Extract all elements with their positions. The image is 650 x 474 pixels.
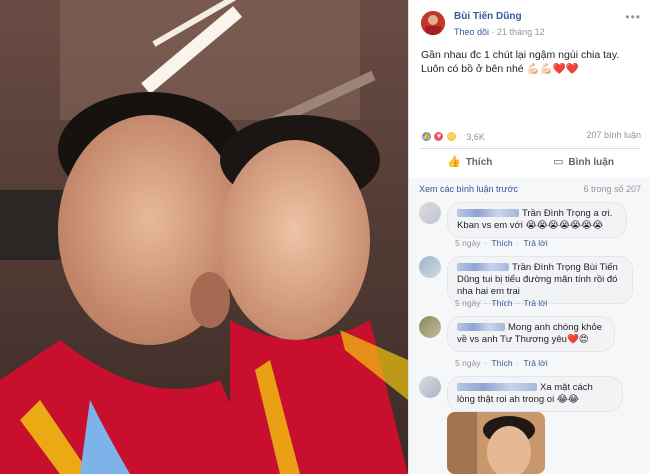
post-sidebar: Bùi Tiến Dũng Theo dõi · 21 tháng 12 •••… [408,0,650,474]
comment-time[interactable]: 5 ngày [455,238,481,248]
post-actions: 👍 Thích ▭ Bình luận [421,148,641,176]
separator: · [516,298,520,308]
haha-reaction-icon: ☺ [445,131,457,143]
comment-bubble: Trần Đình Trọng Bùi Tiến Dũng tui bị tiể… [447,256,633,304]
comment-reply-link[interactable]: Trả lời [523,238,547,248]
comments-section: Xem các bình luận trước 6 trong số 207 T… [409,178,650,474]
comment-bubble: Xa mặt cách lòng thật roi ah trong oi 😂😂 [447,376,623,412]
reaction-count[interactable]: 3,6K [466,132,485,142]
more-options-icon[interactable]: ••• [625,10,641,24]
comment-image [447,412,545,474]
commenter-avatar[interactable] [419,202,441,224]
comment-image-attachment[interactable] [447,412,545,474]
commenter-name-blurred[interactable] [457,383,537,392]
comment-bubble: Trần Đình Trọng a ơi. Kban vs em với 😭😭😭… [447,202,627,238]
separator: · [516,358,520,368]
thumbs-up-icon: 👍 [447,156,461,168]
comment-like-link[interactable]: Thích [491,358,512,368]
separator: · [484,358,488,368]
comment-reply-link[interactable]: Trả lời [523,358,547,368]
comments-count[interactable]: 207 bình luận [586,130,641,140]
comments-shown-count: 6 trong số 207 [583,184,641,194]
reactions-bar[interactable]: 👍 ♥ ☺ 3,6K 207 bình luận [421,128,641,144]
like-button-label: Thích [465,157,493,168]
commenter-name-blurred[interactable] [457,209,519,218]
separator: · [484,298,488,308]
post-date[interactable]: 21 tháng 12 [497,27,545,37]
comment-actions: 5 ngày · Thích · Trả lời [455,358,552,368]
comment-actions: 5 ngày · Thích · Trả lời [455,238,552,248]
comment-icon: ▭ [553,156,564,168]
separator: · [484,238,488,248]
comment-time[interactable]: 5 ngày [455,358,481,368]
commenter-avatar[interactable] [419,256,441,278]
selfie-image [0,0,408,474]
commenter-name-blurred[interactable] [457,263,509,272]
commenter-avatar[interactable] [419,316,441,338]
comment-reply-link[interactable]: Trả lời [523,298,547,308]
like-reaction-icon: 👍 [421,131,432,143]
post-meta: Theo dõi · 21 tháng 12 [454,27,545,37]
avatar-image [421,11,445,35]
view-previous-comments[interactable]: Xem các bình luận trước [419,184,518,194]
love-reaction-icon: ♥ [433,131,445,143]
author-name[interactable]: Bùi Tiến Dũng [454,11,522,22]
separator: · [516,238,520,248]
comment-like-link[interactable]: Thích [491,298,512,308]
commenter-avatar[interactable] [419,376,441,398]
follow-link[interactable]: Theo dõi [454,27,489,37]
comment-time[interactable]: 5 ngày [455,298,481,308]
post-photo[interactable] [0,0,408,474]
like-button[interactable]: 👍 Thích [447,155,492,168]
comment-like-link[interactable]: Thích [491,238,512,248]
post-header: Bùi Tiến Dũng Theo dõi · 21 tháng 12 ••• [409,0,650,44]
comment-button[interactable]: ▭ Bình luận [553,155,614,168]
commenter-name-blurred[interactable] [457,323,505,332]
comment-button-label: Bình luận [568,157,614,168]
post-caption: Gần nhau đc 1 chút lại ngậm ngùi chia ta… [421,49,620,75]
comment-actions: 5 ngày · Thích · Trả lời [455,298,552,308]
comment-bubble: Mong anh chóng khỏe về vs anh Tư Thương … [447,316,615,352]
author-avatar[interactable] [421,11,445,35]
